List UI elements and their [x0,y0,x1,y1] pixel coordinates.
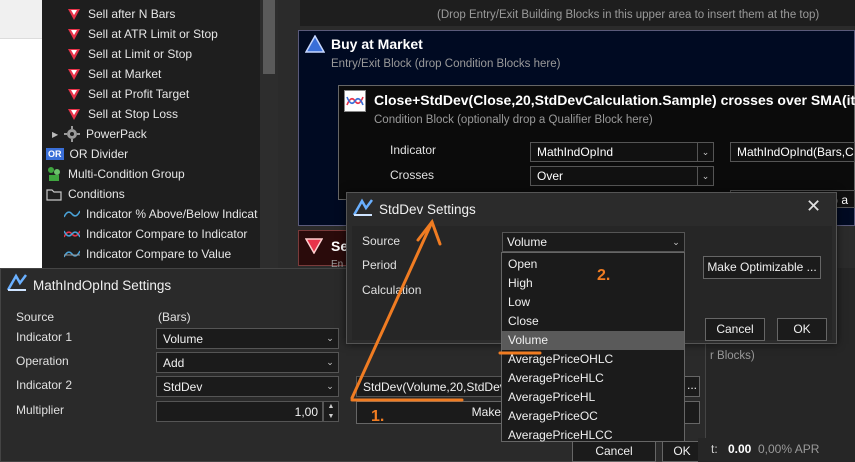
annotation-step-1: 1. [371,408,385,425]
annotation-overlay [350,218,542,402]
annotation-step-2: 2. [597,267,611,284]
